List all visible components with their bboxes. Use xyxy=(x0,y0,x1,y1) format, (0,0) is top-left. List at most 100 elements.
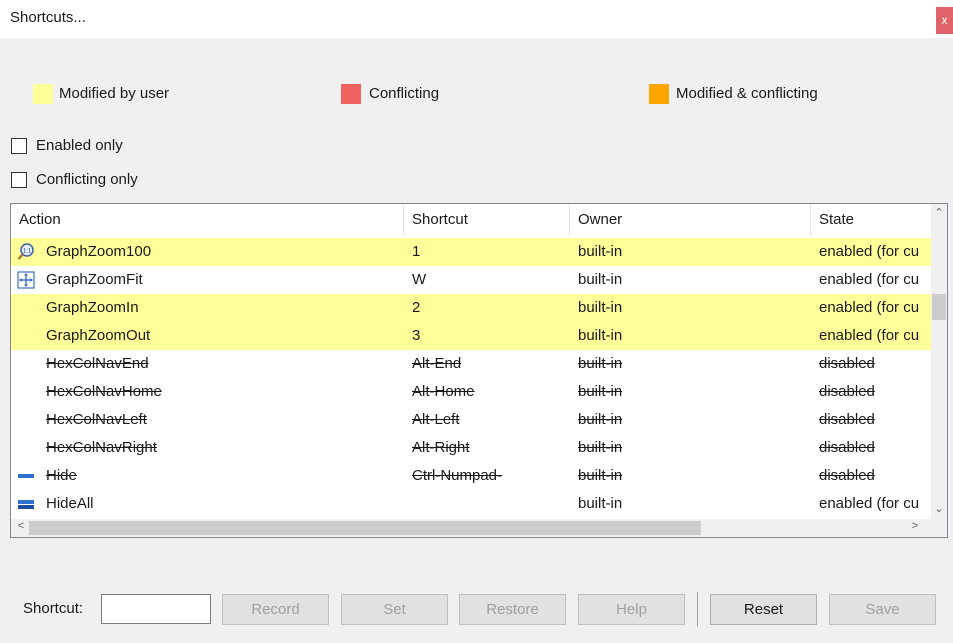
owner-text: built-in xyxy=(578,439,623,456)
column-header-owner[interactable]: Owner xyxy=(570,204,811,236)
enabled-only-label: Enabled only xyxy=(36,137,123,154)
table-row[interactable]: GraphZoom100 1 built-in enabled (for cu 1:1 xyxy=(11,238,931,266)
checkbox-box[interactable] xyxy=(11,172,27,188)
reset-button[interactable]: Reset xyxy=(710,594,817,625)
cell-shortcut: Alt-Home xyxy=(404,378,570,406)
owner-text: built-in xyxy=(578,383,623,400)
save-button[interactable]: Save xyxy=(829,594,936,625)
owner-text: built-in xyxy=(578,467,623,484)
action-text: GraphZoomFit xyxy=(46,271,143,288)
action-text: GraphZoomOut xyxy=(46,327,151,344)
cell-owner: built-in xyxy=(570,350,811,378)
shortcut-text: Alt-Left xyxy=(412,411,460,428)
restore-button[interactable]: Restore xyxy=(459,594,566,625)
state-text: enabled (for cu xyxy=(819,299,920,316)
help-button[interactable]: Help xyxy=(578,594,685,625)
table-row[interactable]: HexColNavEnd Alt-End built-in disabled xyxy=(11,350,931,378)
table-row[interactable]: HideAll built-in enabled (for cu xyxy=(11,490,931,518)
shortcuts-table[interactable]: Action Shortcut Owner State GraphZoom100… xyxy=(10,203,948,538)
action-text: HideAll xyxy=(46,495,94,512)
legend-swatch xyxy=(33,84,53,104)
cell-action: HexColNavEnd xyxy=(11,350,404,378)
table-row[interactable]: HexColNavHome Alt-Home built-in disabled xyxy=(11,378,931,406)
owner-text: built-in xyxy=(578,411,623,428)
state-text: enabled (for cu xyxy=(819,243,920,260)
column-header-shortcut[interactable]: Shortcut xyxy=(404,204,570,236)
hide-all-icon xyxy=(17,495,35,513)
conflicting-only-label: Conflicting only xyxy=(36,171,138,188)
state-text: enabled (for cu xyxy=(819,271,920,288)
cell-shortcut: Alt-End xyxy=(404,350,570,378)
cell-owner: built-in xyxy=(570,322,811,350)
vertical-scrollbar[interactable]: ⌃ ⌄ xyxy=(931,204,947,519)
cell-owner: built-in xyxy=(570,378,811,406)
cell-owner: built-in xyxy=(570,238,811,266)
action-text: HexColNavLeft xyxy=(46,411,147,428)
cell-action: Hide xyxy=(11,462,404,490)
set-button[interactable]: Set xyxy=(341,594,448,625)
cell-action: GraphZoomFit xyxy=(11,266,404,294)
cell-owner: built-in xyxy=(570,462,811,490)
cell-shortcut: 3 xyxy=(404,322,570,350)
column-header-action[interactable]: Action xyxy=(11,204,404,236)
cell-state: disabled xyxy=(811,378,931,406)
cell-shortcut: Ctrl-Numpad- xyxy=(404,462,570,490)
state-text: disabled xyxy=(819,355,875,372)
action-text: Hide xyxy=(46,467,77,484)
close-button[interactable]: x xyxy=(936,7,953,34)
cell-state: disabled xyxy=(811,462,931,490)
scroll-down-icon[interactable]: ⌄ xyxy=(931,502,947,515)
cell-state: enabled (for cu xyxy=(811,322,931,350)
state-text: enabled (for cu xyxy=(819,327,920,344)
state-text: disabled xyxy=(819,439,875,456)
button-separator xyxy=(697,592,698,626)
cell-action: HexColNavRight xyxy=(11,434,404,462)
record-button[interactable]: Record xyxy=(222,594,329,625)
cell-owner: built-in xyxy=(570,406,811,434)
title-bar: Shortcuts... x xyxy=(0,0,953,38)
action-text: HexColNavHome xyxy=(46,383,162,400)
checkbox-box[interactable] xyxy=(11,138,27,154)
owner-text: built-in xyxy=(578,355,623,372)
conflicting-only-checkbox[interactable]: Conflicting only xyxy=(11,171,171,191)
scroll-left-icon[interactable]: < xyxy=(13,520,29,532)
scroll-right-icon[interactable]: > xyxy=(907,520,923,532)
cell-state: disabled xyxy=(811,434,931,462)
cell-state: enabled (for cu xyxy=(811,266,931,294)
cell-action: HexColNavHome xyxy=(11,378,404,406)
table-row[interactable]: GraphZoomFit Wbuilt-in enabled (for cu xyxy=(11,266,931,294)
cell-shortcut xyxy=(404,490,570,518)
svg-text:1:1: 1:1 xyxy=(23,249,32,255)
legend-label: Modified & conflicting xyxy=(676,85,818,102)
enabled-only-checkbox[interactable]: Enabled only xyxy=(11,137,151,157)
shortcut-text: W xyxy=(412,271,427,288)
table-row[interactable]: GraphZoomOut 3 built-in enabled (for cu xyxy=(11,322,931,350)
table-row[interactable]: HexColNavLeft Alt-Left built-in disabled xyxy=(11,406,931,434)
column-header-state[interactable]: State xyxy=(811,204,931,236)
cell-shortcut: Alt-Left xyxy=(404,406,570,434)
table-row[interactable]: GraphZoomIn 2 built-in enabled (for cu xyxy=(11,294,931,322)
state-text: disabled xyxy=(819,467,875,484)
horizontal-scrollbar[interactable]: < > xyxy=(11,519,931,537)
cell-owner: built-in xyxy=(570,434,811,462)
scroll-corner xyxy=(931,519,947,537)
scroll-up-icon[interactable]: ⌃ xyxy=(931,206,947,219)
zoom-100-icon: 1:1 xyxy=(17,243,35,261)
table-row[interactable]: HexColNavRight Alt-Right built-in disabled xyxy=(11,434,931,462)
shortcut-input[interactable] xyxy=(101,594,211,624)
table-row[interactable]: Hide Ctrl-Numpad-built-in disabled xyxy=(11,462,931,490)
action-text: GraphZoom100 xyxy=(46,243,152,260)
legend-conflicting: Conflicting xyxy=(341,84,461,104)
shortcut-label: Shortcut: xyxy=(23,600,84,617)
vertical-scroll-thumb[interactable] xyxy=(932,294,946,320)
legend-swatch xyxy=(649,84,669,104)
horizontal-scroll-thumb[interactable] xyxy=(29,521,701,535)
owner-text: built-in xyxy=(578,299,623,316)
legend-label: Modified by user xyxy=(59,85,170,102)
cell-state: enabled (for cu xyxy=(811,294,931,322)
cell-state: enabled (for cu xyxy=(811,490,931,518)
cell-shortcut: Alt-Right xyxy=(404,434,570,462)
cell-shortcut: 1 xyxy=(404,238,570,266)
state-text: disabled xyxy=(819,411,875,428)
shortcut-text: 3 xyxy=(412,327,421,344)
